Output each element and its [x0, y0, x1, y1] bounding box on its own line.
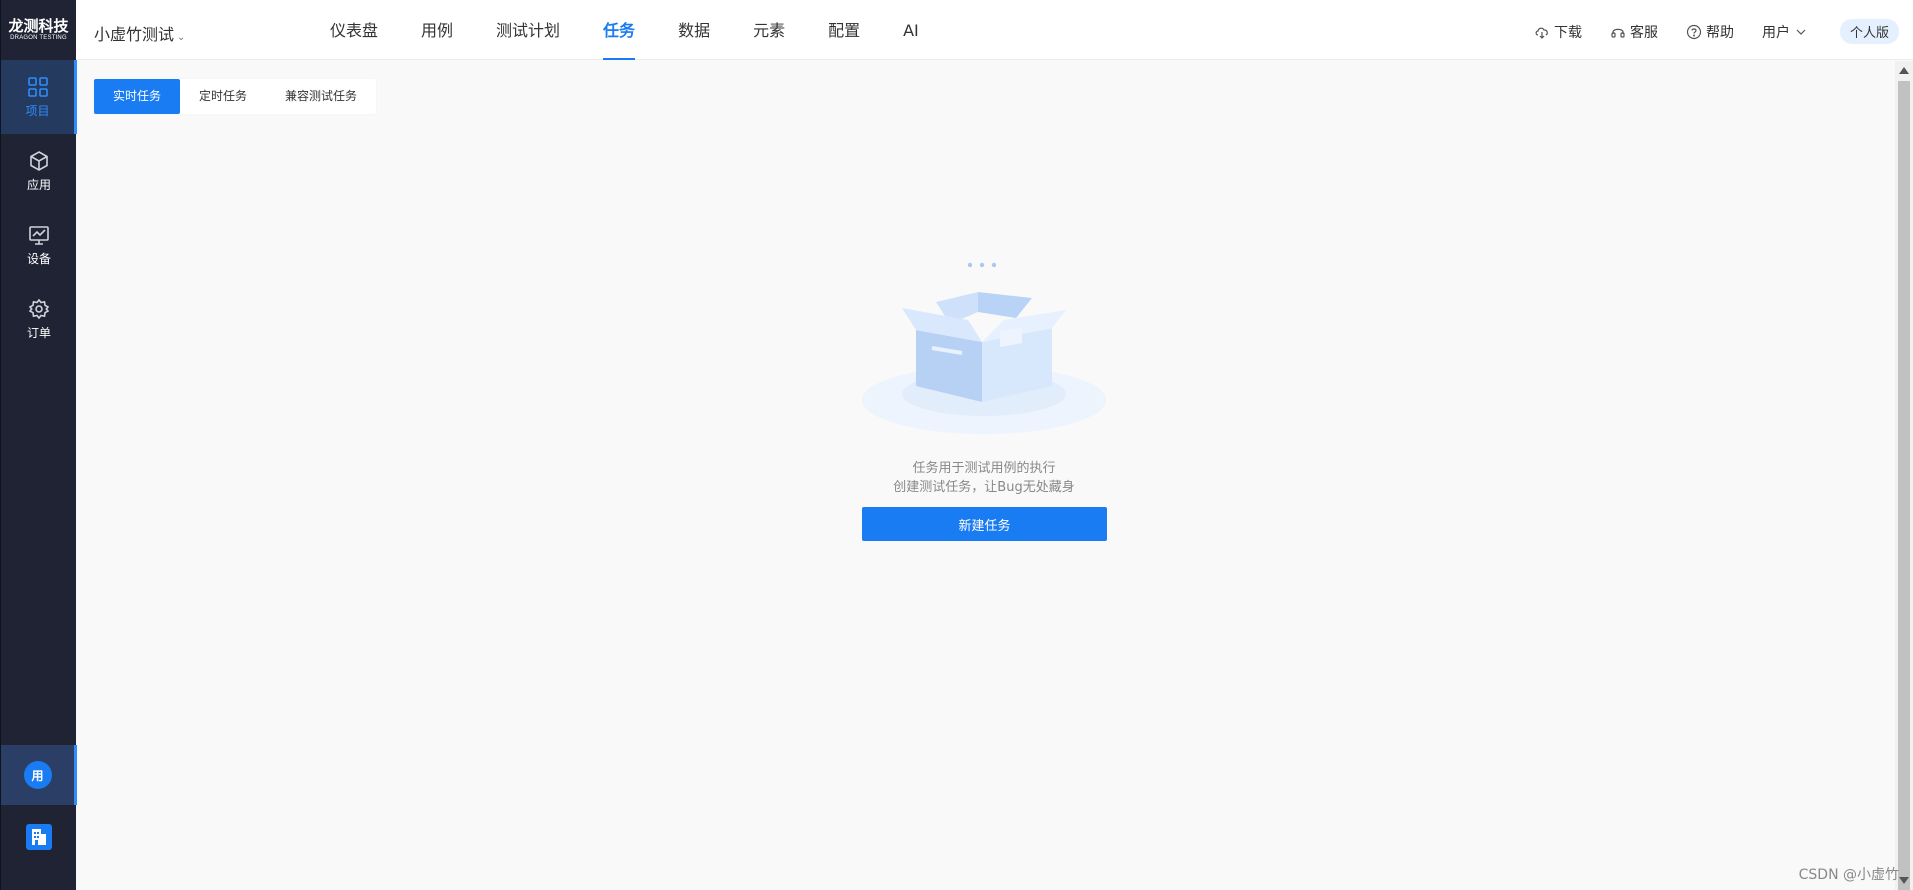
- header-actions: 下载 客服 帮助 用户 个人版: [1534, 19, 1899, 44]
- project-name: 小虚竹测试: [94, 25, 175, 44]
- user-label: 用户: [1761, 24, 1790, 41]
- chevron-down-icon: [1796, 29, 1806, 35]
- support-link[interactable]: 客服: [1610, 22, 1658, 42]
- headset-icon: [1611, 28, 1625, 38]
- sidebar-item-label: 订单: [26, 325, 51, 340]
- chevron-down-icon: ⌄: [177, 32, 186, 43]
- sidebar: 龙测科技 DRAGON TESTING 项目 应用 设备 订单 用: [0, 0, 77, 890]
- tab-scheduled-tasks[interactable]: 定时任务: [180, 79, 266, 114]
- nav-tasks[interactable]: 任务: [603, 0, 636, 60]
- nav-ai[interactable]: AI: [903, 0, 919, 60]
- watermark: CSDN @小虚竹: [1798, 867, 1899, 883]
- sidebar-item-label: 设备: [26, 251, 51, 266]
- help-link[interactable]: 帮助: [1686, 22, 1734, 42]
- scroll-down-arrow-icon[interactable]: [1899, 877, 1909, 884]
- nav-cases[interactable]: 用例: [421, 0, 453, 60]
- support-label: 客服: [1629, 24, 1658, 41]
- cloud-download-icon: [1535, 27, 1548, 39]
- project-selector[interactable]: 小虚竹测试 ⌄: [94, 21, 185, 45]
- new-task-button[interactable]: 新建任务: [862, 507, 1107, 541]
- cube-icon: [30, 150, 48, 171]
- sidebar-item-project[interactable]: 项目: [1, 60, 77, 134]
- organization-button[interactable]: [1, 812, 77, 862]
- user-menu[interactable]: 用: [1, 745, 77, 805]
- empty-state-line2: 创建测试任务，让Bug无处藏身: [893, 480, 1075, 495]
- download-link[interactable]: 下载: [1534, 22, 1582, 42]
- monitor-icon: [29, 225, 49, 245]
- sidebar-item-label: 应用: [26, 177, 51, 192]
- help-label: 帮助: [1705, 24, 1734, 41]
- sidebar-item-label: 项目: [25, 103, 50, 118]
- empty-box-illustration: [862, 262, 1106, 434]
- empty-state-line1: 任务用于测试用例的执行: [912, 461, 1056, 476]
- nav-dashboard[interactable]: 仪表盘: [330, 0, 378, 60]
- top-header: 小虚竹测试 ⌄ 仪表盘 用例 测试计划 任务 数据 元素 配置 AI 下载 客服 …: [76, 0, 1913, 60]
- avatar[interactable]: 用: [23, 761, 52, 789]
- nav-config[interactable]: 配置: [828, 0, 860, 60]
- sidebar-item-device[interactable]: 设备: [1, 208, 77, 282]
- scroll-thumb[interactable]: [1898, 81, 1910, 890]
- nav-data[interactable]: 数据: [678, 0, 710, 60]
- tab-compat-tasks[interactable]: 兼容测试任务: [266, 79, 376, 114]
- nav-elements[interactable]: 元素: [753, 0, 785, 60]
- nav-test-plan[interactable]: 测试计划: [496, 0, 560, 60]
- brand-logo[interactable]: 龙测科技 DRAGON TESTING: [1, 0, 76, 60]
- grid-icon: [27, 76, 48, 97]
- gear-icon: [28, 298, 50, 319]
- scroll-up-arrow-icon[interactable]: [1899, 67, 1909, 74]
- tab-realtime-tasks[interactable]: 实时任务: [94, 79, 181, 114]
- question-circle-icon: [1686, 24, 1702, 39]
- vertical-scrollbar[interactable]: [1895, 61, 1913, 890]
- sidebar-item-order[interactable]: 订单: [1, 282, 77, 356]
- brand-name: 龙测科技: [8, 17, 69, 35]
- main-nav: 仪表盘 用例 测试计划 任务 数据 元素 配置 AI: [330, 0, 962, 60]
- building-icon: [26, 824, 52, 850]
- edition-badge[interactable]: 个人版: [1839, 19, 1899, 44]
- task-type-tabs: 实时任务 定时任务 兼容测试任务: [94, 79, 377, 114]
- sidebar-item-app[interactable]: 应用: [1, 134, 77, 208]
- brand-subtitle: DRAGON TESTING: [10, 35, 67, 41]
- user-dropdown[interactable]: 用户: [1762, 22, 1812, 42]
- download-label: 下载: [1553, 24, 1582, 41]
